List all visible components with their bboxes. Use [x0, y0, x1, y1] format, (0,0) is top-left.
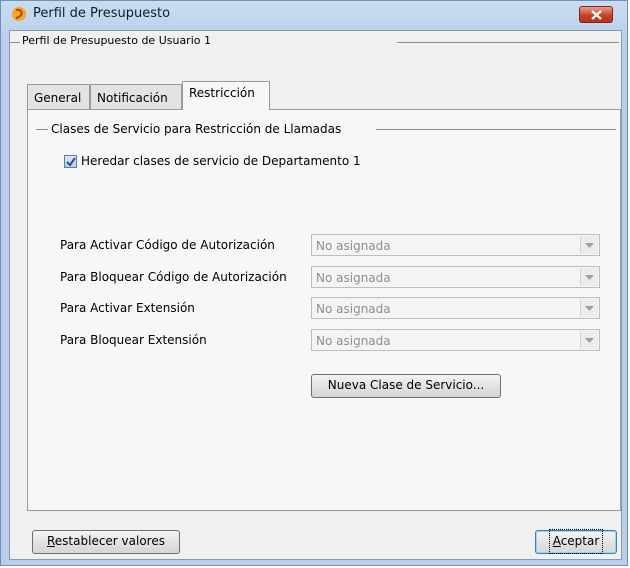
inherit-checkbox[interactable]: [64, 155, 77, 168]
reset-values-button[interactable]: Restablecer valores: [32, 530, 180, 554]
block-auth-code-select[interactable]: No asignada: [311, 266, 600, 288]
block-auth-code-label: Para Bloquear Código de Autorización: [60, 270, 287, 284]
window-title: Perfil de Presupuesto: [33, 6, 171, 21]
dialog-body: Perfil de Presupuesto de Usuario 1 Gener…: [9, 30, 622, 560]
reset-values-label: Restablecer valores: [46, 534, 165, 548]
block-extension-label: Para Bloquear Extensión: [60, 333, 207, 347]
close-icon: [591, 10, 602, 20]
activate-extension-label: Para Activar Extensión: [60, 301, 195, 315]
new-service-class-label: Nueva Clase de Servicio...: [327, 378, 485, 392]
activate-auth-code-label: Para Activar Código de Autorización: [60, 238, 275, 252]
fieldset-label: Clases de Servicio para Restricción de L…: [51, 122, 342, 136]
dropdown-button[interactable]: [580, 236, 598, 254]
check-icon: [66, 157, 76, 167]
app-icon: [12, 7, 26, 21]
chevron-down-icon: [585, 338, 594, 343]
profile-group-header: Perfil de Presupuesto de Usuario 1: [10, 31, 621, 49]
select-value: No asignada: [316, 302, 391, 316]
close-button[interactable]: [579, 6, 613, 23]
chevron-down-icon: [585, 275, 594, 280]
tab-notificacion-label: Notificación: [97, 91, 168, 105]
profile-group-label: Perfil de Presupuesto de Usuario 1: [22, 34, 211, 47]
title-bar[interactable]: Perfil de Presupuesto: [1, 1, 627, 29]
tab-general[interactable]: General: [27, 84, 90, 109]
accept-label: Aceptar: [548, 529, 604, 554]
inherit-checkbox-label[interactable]: Heredar clases de servicio de Departamen…: [81, 154, 361, 168]
fieldset-divider-right: [376, 129, 616, 130]
chevron-down-icon: [585, 306, 594, 311]
group-divider-right: [397, 42, 619, 43]
dropdown-button[interactable]: [580, 268, 598, 286]
tab-notificacion[interactable]: Notificación: [90, 84, 182, 109]
select-value: No asignada: [316, 239, 391, 253]
activate-extension-select[interactable]: No asignada: [311, 297, 600, 319]
tab-restriccion[interactable]: Restricción: [182, 81, 270, 110]
dropdown-button[interactable]: [580, 299, 598, 317]
new-service-class-button[interactable]: Nueva Clase de Servicio...: [311, 374, 501, 398]
fieldset-divider-left: [36, 129, 48, 130]
dialog-window: Perfil de Presupuesto Perfil de Presupue…: [0, 0, 628, 566]
chevron-down-icon: [585, 243, 594, 248]
select-value: No asignada: [316, 271, 391, 285]
group-divider-left: [10, 42, 20, 43]
block-extension-select[interactable]: No asignada: [311, 329, 600, 351]
select-value: No asignada: [316, 334, 391, 348]
tab-general-label: General: [34, 91, 82, 105]
restriction-panel: Clases de Servicio para Restricción de L…: [27, 109, 621, 511]
dropdown-button[interactable]: [580, 331, 598, 349]
accept-button[interactable]: Aceptar: [535, 529, 617, 554]
tab-restriccion-label: Restricción: [189, 86, 255, 100]
activate-auth-code-select[interactable]: No asignada: [311, 234, 600, 256]
